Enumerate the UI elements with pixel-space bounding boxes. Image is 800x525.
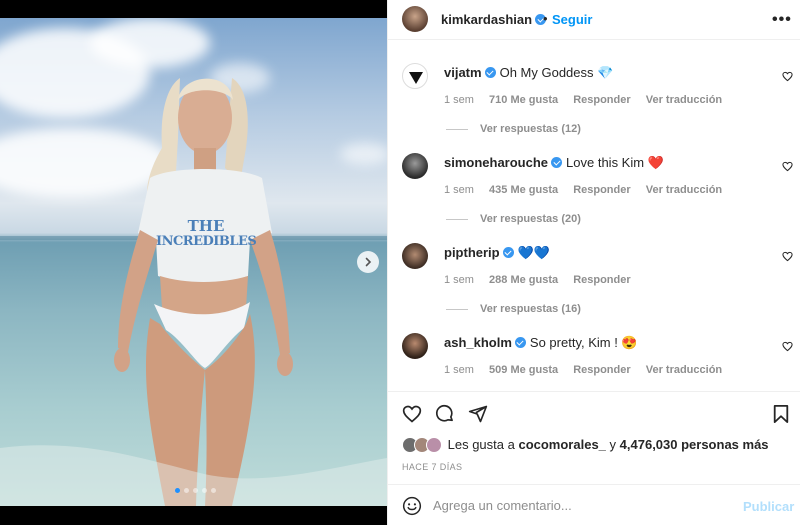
translate-button[interactable]: Ver traducción: [646, 94, 722, 106]
reply-button[interactable]: Responder: [573, 184, 630, 196]
commenter-avatar[interactable]: [402, 63, 428, 89]
post-photo[interactable]: THE INCREDIBLES: [0, 18, 387, 506]
comment-meta: 1 sem 288 Me gusta Responder: [444, 274, 643, 286]
comment-body: vijatm Oh My Goddess 💎: [444, 65, 613, 81]
translate-button[interactable]: Ver traducción: [646, 184, 722, 196]
replies-divider: [446, 218, 468, 220]
reply-button[interactable]: Responder: [573, 274, 630, 286]
post-side-panel: kimkardashian • Seguir ••• vijatm Oh My G…: [387, 0, 800, 525]
next-slide-button[interactable]: [357, 251, 379, 273]
comment-text: 💙💙: [517, 245, 550, 260]
slide-dot: [175, 488, 180, 493]
comment-input[interactable]: [433, 495, 733, 515]
comment-icon[interactable]: [435, 404, 455, 424]
comment-time: 1 sem: [444, 364, 474, 376]
slide-dot: [211, 488, 216, 493]
comment-item: simoneharouche Love this Kim ❤️ 1 sem 435…: [388, 131, 800, 225]
more-options-icon[interactable]: •••: [772, 11, 792, 29]
likes-count-link[interactable]: 4,476,030 personas más: [620, 437, 769, 452]
verified-icon: [514, 337, 526, 348]
comment-body: piptherip 💙💙: [444, 245, 550, 261]
verified-icon: [484, 67, 496, 78]
share-icon[interactable]: [468, 404, 488, 424]
translate-button[interactable]: Ver traducción: [646, 364, 722, 376]
heart-icon[interactable]: [402, 404, 422, 424]
next-arrow-icon: [365, 257, 372, 267]
slide-dot: [184, 488, 189, 493]
comment-likes[interactable]: 509 Me gusta: [489, 364, 558, 376]
commenter-username[interactable]: simoneharouche: [444, 155, 548, 170]
comment-meta: 1 sem 509 Me gusta Responder Ver traducc…: [444, 364, 734, 376]
comment-likes[interactable]: 288 Me gusta: [489, 274, 558, 286]
publish-button[interactable]: Publicar: [743, 499, 794, 514]
commenter-username[interactable]: ash_kholm: [444, 335, 512, 350]
comment-text: Love this Kim ❤️: [566, 155, 664, 170]
likes-prefix: Les gusta a: [447, 437, 515, 452]
likes-connector: y: [609, 437, 617, 452]
post-date[interactable]: HACE 7 DÍAS: [402, 462, 462, 472]
author-username-text[interactable]: kimkardashian: [441, 12, 532, 27]
post-actions: Les gusta a cocomorales_ y 4,476,030 per…: [388, 391, 800, 481]
comment-time: 1 sem: [444, 184, 474, 196]
heart-icon[interactable]: [782, 161, 793, 172]
comment-likes[interactable]: 435 Me gusta: [489, 184, 558, 196]
likes-summary: Les gusta a cocomorales_ y 4,476,030 per…: [402, 437, 769, 453]
slide-indicator: [175, 488, 216, 493]
replies-divider: [446, 128, 468, 130]
author-avatar[interactable]: [402, 6, 428, 32]
comment-likes[interactable]: 710 Me gusta: [489, 94, 558, 106]
comment-body: simoneharouche Love this Kim ❤️: [444, 155, 664, 171]
comment-text: Oh My Goddess 💎: [499, 65, 614, 80]
comment-body: ash_kholm So pretty, Kim ! 😍: [444, 335, 638, 351]
comment-time: 1 sem: [444, 274, 474, 286]
person-figure: [0, 78, 387, 506]
comment-item: piptherip 💙💙 1 sem 288 Me gusta Responder…: [388, 221, 800, 315]
slide-dot: [202, 488, 207, 493]
first-liker-link[interactable]: cocomorales_: [518, 437, 605, 452]
triangle-logo-icon: [409, 72, 423, 84]
avatar: [426, 437, 442, 453]
heart-icon[interactable]: [782, 341, 793, 352]
author-username[interactable]: kimkardashian: [441, 12, 547, 27]
liker-avatars: [402, 437, 444, 453]
header-separator: •: [543, 11, 548, 26]
verified-icon: [551, 157, 563, 168]
comment-meta: 1 sem 435 Me gusta Responder Ver traducc…: [444, 184, 734, 196]
shirt-print: THE INCREDIBLES: [156, 217, 257, 250]
slide-dot: [193, 488, 198, 493]
reply-button[interactable]: Responder: [573, 364, 630, 376]
comment-item: ash_kholm So pretty, Kim ! 😍 1 sem 509 Me…: [388, 311, 800, 401]
commenter-username[interactable]: vijatm: [444, 65, 482, 80]
emoji-icon[interactable]: [402, 496, 422, 516]
comment-meta: 1 sem 710 Me gusta Responder Ver traducc…: [444, 94, 734, 106]
commenter-avatar[interactable]: [402, 153, 428, 179]
post-header: kimkardashian • Seguir •••: [388, 0, 800, 40]
heart-icon[interactable]: [782, 71, 793, 82]
verified-icon: [502, 247, 514, 258]
heart-icon[interactable]: [782, 251, 793, 262]
post-media: THE INCREDIBLES: [0, 0, 387, 525]
commenter-username[interactable]: piptherip: [444, 245, 500, 260]
follow-button[interactable]: Seguir: [552, 12, 592, 27]
comment-time: 1 sem: [444, 94, 474, 106]
comment-item: vijatm Oh My Goddess 💎 1 sem 710 Me gusta…: [388, 41, 800, 135]
reply-button[interactable]: Responder: [573, 94, 630, 106]
shirt-text-line2: INCREDIBLES: [156, 234, 257, 249]
shirt-text-line1: THE: [187, 217, 225, 235]
commenter-avatar[interactable]: [402, 333, 428, 359]
comment-text: So pretty, Kim ! 😍: [529, 335, 638, 350]
comments-list: vijatm Oh My Goddess 💎 1 sem 710 Me gusta…: [388, 41, 800, 391]
replies-divider: [446, 308, 468, 310]
bookmark-icon[interactable]: [772, 404, 790, 424]
commenter-avatar[interactable]: [402, 243, 428, 269]
comment-composer: Publicar: [388, 484, 800, 525]
